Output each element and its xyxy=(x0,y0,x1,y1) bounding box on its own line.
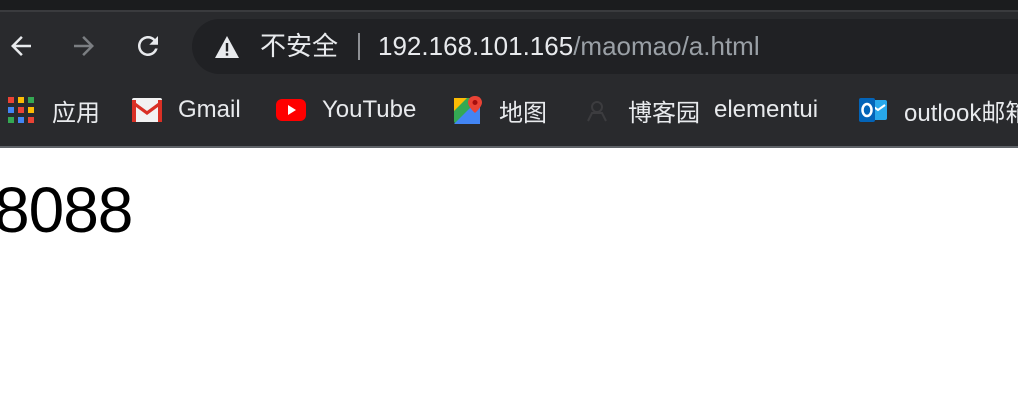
url-host: 192.168.101.165 xyxy=(378,31,574,61)
toolbar-divider xyxy=(0,146,1018,148)
bookmark-label: 地图 xyxy=(499,99,547,127)
bookmark-apps[interactable]: 应用 xyxy=(6,82,100,138)
url-path: /maomao/a.html xyxy=(573,31,760,61)
url-text[interactable]: 192.168.101.165/maomao/a.html xyxy=(378,19,760,74)
bookmark-cnblogs[interactable]: 博客园 xyxy=(582,82,700,138)
bookmark-label: Gmail xyxy=(178,96,241,123)
reload-button[interactable] xyxy=(130,28,166,64)
bookmark-maps[interactable]: 地图 xyxy=(453,82,547,138)
forward-arrow-icon xyxy=(74,36,94,56)
address-bar[interactable]: 不安全 192.168.101.165/maomao/a.html xyxy=(192,19,1018,74)
cnblogs-icon xyxy=(582,95,612,125)
bookmark-label: outlook邮箱 xyxy=(904,99,1018,127)
security-status-label[interactable]: 不安全 xyxy=(260,19,338,74)
page-heading: 8088 xyxy=(0,174,133,246)
maps-icon xyxy=(453,95,483,125)
forward-button[interactable] xyxy=(66,28,102,64)
omnibox-separator xyxy=(358,33,360,60)
bookmark-outlook[interactable]: outlook邮箱 xyxy=(858,82,1018,138)
bookmark-label: 应用 xyxy=(52,99,100,127)
back-arrow-icon xyxy=(11,36,31,56)
gmail-icon xyxy=(132,95,162,125)
back-button[interactable] xyxy=(3,28,39,64)
outlook-icon xyxy=(858,95,888,125)
bookmarks-bar: 应用 Gmail YouTube 地图 博客园 elementui outloo… xyxy=(0,82,1018,146)
browser-toolbar: 不安全 192.168.101.165/maomao/a.html xyxy=(0,12,1018,82)
reload-icon xyxy=(138,36,158,56)
warning-icon[interactable] xyxy=(214,35,240,59)
bookmark-label: YouTube xyxy=(322,96,417,123)
bookmark-label: 博客园 xyxy=(628,99,700,127)
bookmark-gmail[interactable]: Gmail xyxy=(132,82,241,138)
tab-strip xyxy=(0,0,1018,12)
apps-grid-icon xyxy=(6,95,36,125)
youtube-icon xyxy=(276,95,306,125)
bookmark-elementui[interactable]: elementui xyxy=(714,82,818,138)
bookmark-youtube[interactable]: YouTube xyxy=(276,82,416,138)
bookmark-label: elementui xyxy=(714,96,819,123)
